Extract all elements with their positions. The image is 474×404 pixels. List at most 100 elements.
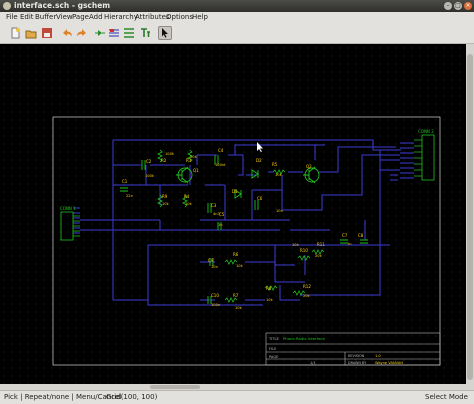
component-value: 10k: [162, 202, 170, 206]
ref-c7: C7: [342, 233, 348, 238]
ref-r7: R7: [233, 293, 239, 298]
sheet-frame: [52, 116, 441, 366]
horizontal-scroll-thumb[interactable]: [150, 385, 200, 389]
ref-q2: Q2: [306, 164, 312, 169]
tb-revision-label: REVISION: [348, 354, 365, 358]
new-icon[interactable]: [9, 27, 21, 39]
component-value: 10k: [235, 306, 243, 310]
close-icon[interactable]: ×: [464, 2, 472, 10]
tb-page-value: 1/1: [310, 361, 316, 365]
ref-r4: R4: [184, 194, 190, 199]
open-icon[interactable]: [25, 27, 37, 39]
component-value: 20k: [303, 294, 311, 298]
mouse-cursor-icon: [257, 142, 263, 152]
add-bus-icon[interactable]: [123, 27, 135, 39]
conn2-label: CONN 2: [418, 129, 434, 134]
toolbar: [0, 23, 474, 44]
component-value: 20k: [315, 254, 323, 258]
menu-bar: File Edit Buffer View Page Add Hierarchy…: [0, 12, 474, 23]
component-value: 20k: [190, 155, 198, 159]
tb-title-value: Phono Radio Interface: [283, 336, 325, 341]
connector-right: [414, 134, 435, 181]
component-value: 22n: [126, 194, 133, 198]
select-icon[interactable]: [158, 26, 172, 40]
tb-revision-value: 1.0: [375, 354, 381, 358]
menu-view[interactable]: View: [56, 13, 73, 21]
component-value: 4n7: [213, 212, 220, 216]
ref-r11: R11: [317, 242, 325, 247]
component-value: 10k: [185, 202, 193, 206]
status-grid: Grid(100, 100): [106, 393, 158, 401]
ref-c9: C9: [208, 258, 214, 263]
ref-r6: R6: [233, 252, 239, 257]
tb-drawn-label: DRAWN BY: [348, 361, 367, 365]
ref-r2: R2: [161, 158, 167, 163]
add-text-icon[interactable]: [139, 27, 151, 39]
menu-page[interactable]: Page: [72, 13, 89, 21]
vertical-scroll-thumb[interactable]: [467, 54, 473, 380]
minimize-icon[interactable]: –: [444, 2, 452, 10]
component-value: 10k: [266, 298, 274, 302]
ref-d2: D2: [256, 158, 262, 163]
tb-title-label: TITLE: [268, 337, 279, 341]
ref-q1: Q1: [193, 168, 199, 173]
vertical-scrollbar[interactable]: [466, 44, 474, 390]
status-bar: Pick | Repeat/none | Menu/Cancel Grid(10…: [0, 390, 474, 404]
component-value: 10k: [236, 264, 244, 268]
menu-add[interactable]: Add: [89, 13, 103, 21]
tb-file-label: FILE: [269, 347, 277, 351]
connector-left: [60, 211, 80, 241]
nets: [73, 139, 414, 306]
ref-c10: C10: [211, 293, 219, 298]
ref-c3: C3: [211, 203, 217, 208]
component-value: 1n: [218, 223, 223, 227]
menu-help[interactable]: Help: [192, 13, 208, 21]
ref-r5: R5: [272, 162, 278, 167]
component-value: 100nt: [215, 163, 226, 167]
diode-d2: [251, 169, 259, 179]
title-bar: interface.sch - gschem – □ ×: [0, 0, 474, 12]
component-value: 1n: [347, 242, 352, 246]
ref-c5: C5: [219, 212, 225, 217]
menu-edit[interactable]: Edit: [20, 13, 34, 21]
component-values: 100k 100k 20k 100nt 10k 10k 10k 22n 4n7 1n 10n 10k 2…: [126, 152, 352, 310]
save-icon[interactable]: [41, 27, 53, 39]
tb-drawn-value: Wayne VANVAH: [375, 361, 403, 365]
ref-c6: C6: [257, 196, 263, 201]
maximize-icon[interactable]: □: [454, 2, 462, 10]
ref-r8: R8: [266, 286, 272, 291]
component-value: 10k: [292, 243, 300, 247]
ref-c4: C4: [218, 148, 224, 153]
status-select-mode: Select Mode: [425, 393, 468, 401]
ref-r12: R12: [303, 284, 311, 289]
ref-c2: C2: [146, 159, 152, 164]
add-component-icon[interactable]: [94, 27, 106, 39]
add-net-icon[interactable]: [108, 27, 120, 39]
ref-r9: R9: [162, 194, 168, 199]
menu-options[interactable]: Options: [166, 13, 193, 21]
component-value: 10n: [211, 265, 218, 269]
schematic-drawing[interactable]: TITLE Phono Radio Interface FILE PAGE 1/…: [0, 44, 466, 390]
schematic-canvas[interactable]: TITLE Phono Radio Interface FILE PAGE 1/…: [0, 44, 466, 390]
undo-icon[interactable]: [61, 27, 73, 39]
ref-c1: C1: [122, 179, 128, 184]
app-icon: [3, 2, 11, 10]
conn1-label: CONN 1: [60, 206, 76, 211]
component-value: 100n: [211, 303, 220, 307]
menu-buffer[interactable]: Buffer: [35, 13, 56, 21]
transistor-q2: [303, 166, 320, 184]
tb-page-label: PAGE: [269, 355, 279, 359]
component-value: 10n: [276, 209, 283, 213]
status-mouse-hint: Pick | Repeat/none | Menu/Cancel: [4, 393, 122, 401]
resistors: [157, 149, 325, 303]
menu-hierarchy[interactable]: Hierarchy: [104, 13, 138, 21]
ref-d1: D1: [232, 189, 238, 194]
ref-r10: R10: [300, 248, 308, 253]
component-value: 100k: [145, 174, 155, 178]
component-value: 10k: [275, 173, 283, 177]
menu-attributes[interactable]: Attributes: [135, 13, 170, 21]
component-value: 100k: [165, 152, 175, 156]
redo-icon[interactable]: [76, 27, 88, 39]
menu-file[interactable]: File: [6, 13, 18, 21]
ref-c8: C8: [358, 233, 364, 238]
